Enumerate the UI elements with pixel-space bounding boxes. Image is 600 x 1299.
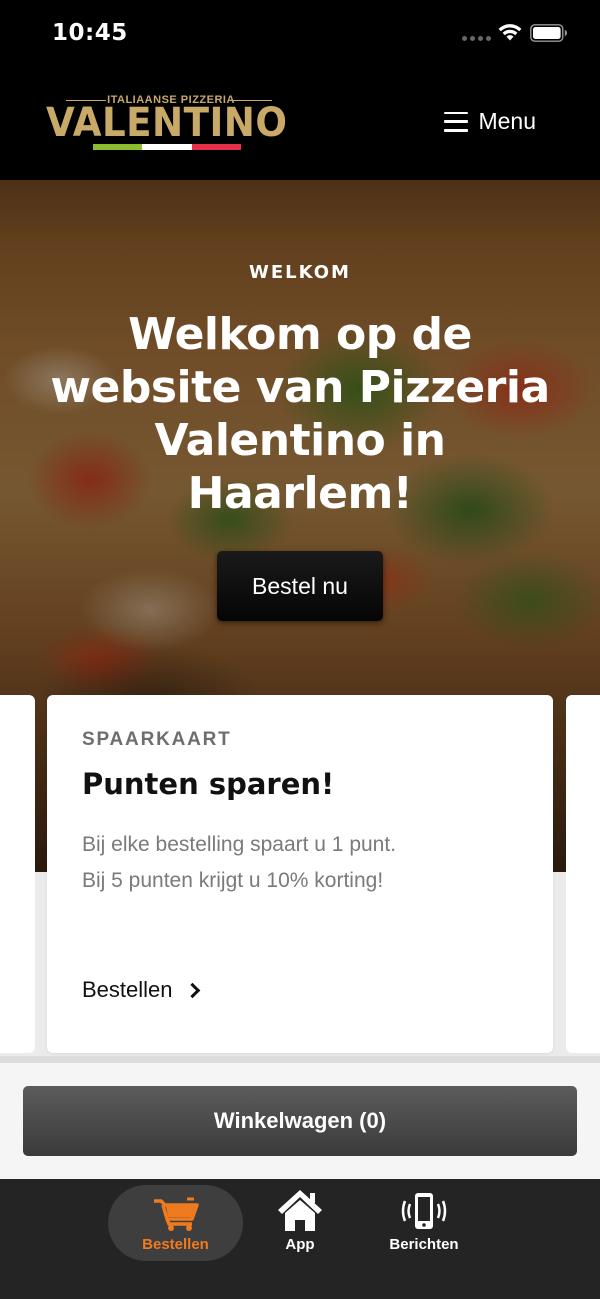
battery-icon [530,24,567,42]
card-description: Bij elke bestelling spaart u 1 punt. Bij… [82,827,396,899]
card-order-link[interactable]: Bestellen [82,977,200,1003]
menu-button[interactable]: Menu [444,108,536,135]
logo[interactable]: ITALIAANSE PIZZERIA VALENTINO [46,94,296,154]
hero-title: Welkom op de website van Pizzeria Valent… [50,309,550,519]
signal-icon [462,36,491,41]
card-eyebrow: SPAARKAART [82,729,232,750]
tab-messages[interactable]: Berichten [374,1185,474,1261]
card-title: Punten sparen! [82,767,335,801]
tab-order[interactable]: Bestellen [108,1185,243,1261]
card-text-line: Bij elke bestelling spaart u 1 punt. [82,833,397,856]
tab-label: Bestellen [142,1236,209,1253]
cart-button[interactable]: Winkelwagen (0) [23,1086,577,1156]
menu-label: Menu [478,108,536,134]
vibrating-phone-icon [401,1193,447,1229]
loyalty-card: SPAARKAART Punten sparen! Bij elke beste… [47,695,553,1053]
tab-app[interactable]: App [252,1185,348,1261]
divider [0,1056,600,1063]
status-bar: 10:45 [0,0,600,66]
tab-label: App [285,1236,315,1253]
shopping-cart-icon [153,1197,199,1231]
carousel-card-previous[interactable] [0,695,35,1053]
header: ITALIAANSE PIZZERIA VALENTINO Menu [0,66,600,180]
cart-bar: Winkelwagen (0) [0,1063,600,1179]
chevron-right-icon [184,982,200,998]
italian-flag-stripe [93,144,241,150]
tab-bar: Bestellen App Berichten [0,1179,600,1299]
wifi-icon [498,24,522,41]
home-icon [278,1190,322,1231]
order-now-button[interactable]: Bestel nu [217,551,383,621]
card-text-line: Bij 5 punten krijgt u 10% korting! [82,869,384,892]
status-time: 10:45 [52,20,128,46]
tab-label: Berichten [389,1236,459,1253]
hamburger-icon [444,111,469,132]
card-link-label: Bestellen [82,977,173,1002]
carousel-card-next[interactable] [566,695,600,1053]
hero-label: WELKOM [249,262,351,283]
logo-name: VALENTINO [46,100,288,146]
